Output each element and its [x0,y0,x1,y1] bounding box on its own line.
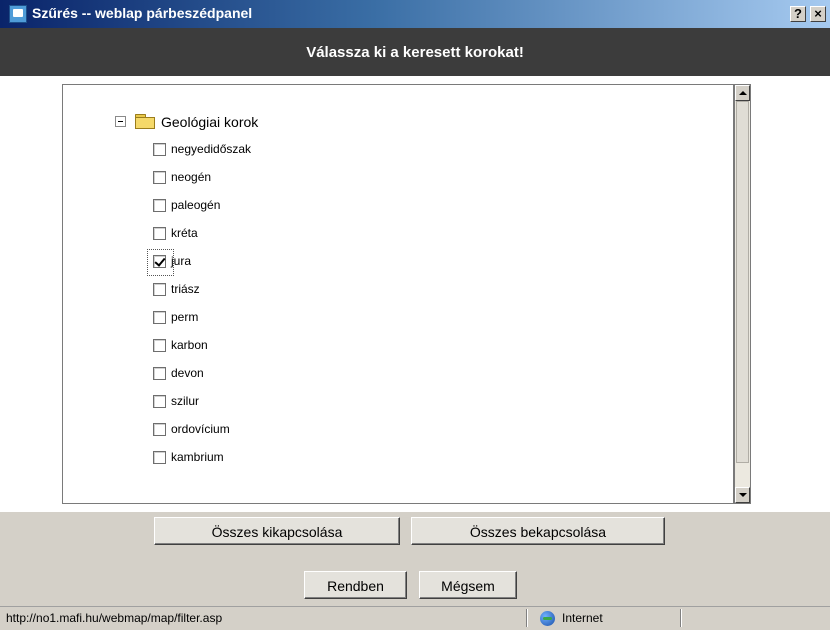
checkbox[interactable] [153,227,166,240]
tree-item[interactable]: jura [147,249,333,276]
tree-item-label[interactable]: perm [171,310,198,324]
scroll-thumb[interactable] [736,101,749,463]
app-icon [9,5,27,23]
tree-item[interactable]: devon [153,366,333,384]
tree-item[interactable]: neogén [153,170,333,188]
tree-item-label[interactable]: paleogén [171,198,220,212]
scroll-up-button[interactable] [735,85,750,101]
checkbox[interactable] [153,423,166,436]
checkbox[interactable] [147,249,174,276]
tree-item-label[interactable]: kréta [171,226,198,240]
status-zone: Internet [562,611,603,625]
checkbox[interactable] [153,339,166,352]
checkbox[interactable] [153,199,166,212]
tree-item-label[interactable]: devon [171,366,204,380]
checkbox[interactable] [153,311,166,324]
tree-item[interactable]: paleogén [153,198,333,216]
arrow-up-icon [739,91,747,95]
tree-item[interactable]: ordovícium [153,422,333,440]
status-bar: http://no1.mafi.hu/webmap/map/filter.asp… [0,606,830,630]
dialog-header: Válassza ki a keresett korokat! [0,28,830,76]
checkbox[interactable] [153,283,166,296]
focus-ring [147,249,174,276]
tree-item-label[interactable]: jura [171,254,191,268]
tree-item-label[interactable]: negyedidőszak [171,142,251,156]
cancel-button[interactable]: Mégsem [419,571,517,599]
title-bar[interactable]: Szűrés -- weblap párbeszédpanel ? × [0,0,830,28]
checkbox[interactable] [153,395,166,408]
scroll-down-button[interactable] [735,487,750,503]
tree-item-label[interactable]: triász [171,282,200,296]
tree-item[interactable]: triász [153,282,333,300]
tree-item[interactable]: kambrium [153,450,333,468]
arrow-down-icon [739,493,747,497]
tree-item-label[interactable]: kambrium [171,450,224,464]
tree-item[interactable]: negyedidőszak [153,142,333,160]
ok-button[interactable]: Rendben [304,571,407,599]
tree-item-label[interactable]: szilur [171,394,199,408]
status-divider [680,609,682,627]
checkbox[interactable] [153,143,166,156]
tree-root-label[interactable]: Geológiai korok [161,114,258,130]
dialog-footer: Összes kikapcsolása Összes bekapcsolása … [0,512,830,606]
deselect-all-button[interactable]: Összes kikapcsolása [154,517,400,545]
tree-item[interactable]: szilur [153,394,333,412]
checkbox[interactable] [153,451,166,464]
close-button[interactable]: × [810,6,826,22]
content-area [0,76,830,512]
tree-item-label[interactable]: karbon [171,338,208,352]
tree-item[interactable]: perm [153,310,333,328]
status-url: http://no1.mafi.hu/webmap/map/filter.asp [6,611,223,625]
status-divider [526,609,528,627]
tree-item[interactable]: karbon [153,338,333,356]
tree-item-label[interactable]: neogén [171,170,211,184]
header-prompt: Válassza ki a keresett korokat! [306,44,524,61]
help-button[interactable]: ? [790,6,806,22]
folder-icon [135,114,157,130]
tree-item-label[interactable]: ordovícium [171,422,230,436]
tree-item[interactable]: kréta [153,226,333,244]
collapse-icon[interactable] [115,116,126,127]
window-title: Szűrés -- weblap párbeszédpanel [32,5,253,21]
checkbox[interactable] [153,367,166,380]
vertical-scrollbar[interactable] [734,84,751,504]
checkbox[interactable] [153,171,166,184]
select-all-button[interactable]: Összes bekapcsolása [411,517,665,545]
globe-icon [540,611,555,626]
